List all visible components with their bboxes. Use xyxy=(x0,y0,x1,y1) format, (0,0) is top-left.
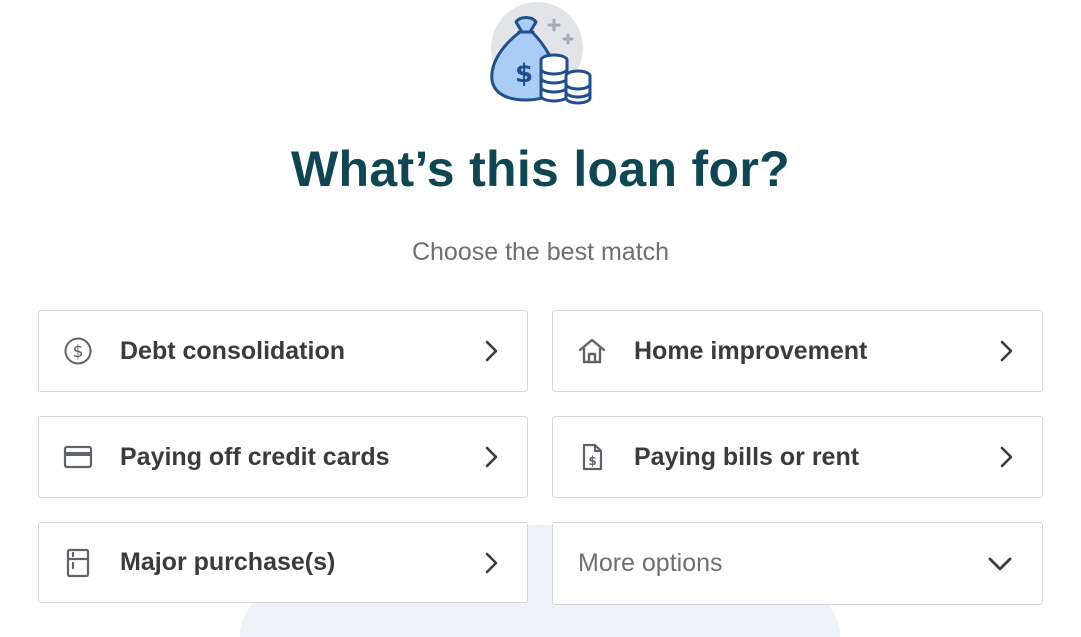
more-options-dropdown[interactable]: More options xyxy=(552,522,1043,605)
chevron-right-icon xyxy=(481,551,501,575)
option-debt-consolidation[interactable]: $ Debt consolidation xyxy=(38,310,528,392)
dollar-circle-icon: $ xyxy=(63,336,93,366)
loan-purpose-page: $ What’s this loan for? Choose the best … xyxy=(0,0,1081,637)
chevron-right-icon xyxy=(481,445,501,469)
credit-card-icon xyxy=(63,442,93,472)
chevron-right-icon xyxy=(481,339,501,363)
page-subtitle: Choose the best match xyxy=(411,238,670,266)
svg-text:$: $ xyxy=(588,454,596,468)
chevron-right-icon xyxy=(996,445,1016,469)
option-label: Paying bills or rent xyxy=(634,442,860,471)
money-bag-icon: $ xyxy=(486,2,596,110)
more-options-label: More options xyxy=(578,549,723,577)
option-label: Paying off credit cards xyxy=(120,442,390,471)
option-major-purchases[interactable]: Major purchase(s) xyxy=(38,522,528,603)
option-label: Home improvement xyxy=(634,336,868,365)
svg-text:$: $ xyxy=(515,59,533,89)
page-title: What’s this loan for? xyxy=(291,141,790,197)
chevron-right-icon xyxy=(996,339,1016,363)
option-paying-off-credit-cards[interactable]: Paying off credit cards xyxy=(38,416,528,498)
appliance-icon xyxy=(63,548,93,578)
option-label: Debt consolidation xyxy=(120,336,345,365)
option-home-improvement[interactable]: Home improvement xyxy=(552,310,1043,392)
house-icon xyxy=(577,336,607,366)
chevron-down-icon xyxy=(986,554,1014,574)
option-paying-bills-or-rent[interactable]: $ Paying bills or rent xyxy=(552,416,1043,498)
bill-document-icon: $ xyxy=(577,442,607,472)
option-label: Major purchase(s) xyxy=(120,548,336,576)
svg-text:$: $ xyxy=(73,342,84,362)
